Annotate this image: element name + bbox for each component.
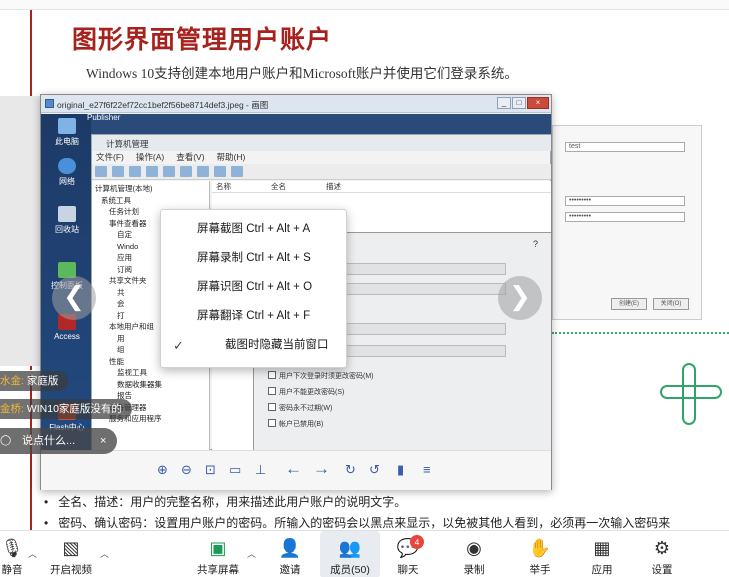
chat-icon: 💬 [396,538,420,558]
menu-item-screenshot[interactable]: 屏幕截图 Ctrl + Alt + A [161,215,348,244]
open-folder-icon[interactable]: ▭ [229,462,241,478]
chat-message: 水金: 家庭版 [0,371,69,391]
slide-title: 图形界面管理用户账户 [72,26,333,54]
menu-icon[interactable]: ≡ [423,462,431,477]
next-arrow-button[interactable]: ❯ [498,276,542,320]
menu-file: 文件(F) [96,152,124,162]
menu-item-hide-window-label: 截图时隐藏当前窗口 [225,339,329,351]
start-video-button[interactable]: ▧ 开启视频 [41,531,101,577]
chat-text: WIN10家庭版没有的 [26,403,122,415]
video-off-icon: ▧ [62,538,80,558]
desktop-icon-network: 网络 [47,158,87,187]
raise-hand-button[interactable]: ✋ 举手 [510,531,570,577]
invite-button[interactable]: 👤 邀请 [260,531,320,577]
prev-arrow-button[interactable]: ❮ [52,276,96,320]
next-image-icon[interactable]: → [313,459,330,479]
apps-icon: ▦ [593,538,611,558]
chat-input-placeholder: 说点什么... [22,435,76,447]
checkbox-password-never-expires: 密码永不过期(W) [268,403,332,413]
chevron-up-icon[interactable]: ︿ [28,547,37,560]
viewer-title: original_e27f6f22ef72cc1bef2f56be8714def… [57,100,269,110]
screen: 图形界面管理用户账户 Windows 10支持创建本地用户账户和Microsof… [0,0,729,577]
apps-button[interactable]: ▦ 应用 [572,531,632,577]
dialog-screenshot-fragment: test ••••••••• ••••••••• 创建(E) 关闭(O) [552,125,702,320]
left-background-edge [0,96,40,366]
checkbox-cannot-change-password: 用户不能更改密码(S) [268,387,344,397]
bullet-item: 全名、描述：用户的完整名称，用来描述此用户账户的说明文字。 [44,492,670,513]
background-app-strip [0,0,729,10]
checkbox-must-change-password: 用户下次登录时须更改密码(M) [268,371,374,381]
dotted-divider [552,332,729,334]
column-description: 描述 [326,182,341,191]
chat-message: 金桥: WIN10家庭版没有的 [0,399,132,419]
menu-item-hide-window[interactable]: ✓ 截图时隐藏当前窗口 [161,331,348,360]
zoom-in-icon[interactable]: ⊕ [157,462,168,478]
hand-icon: ✋ [528,538,552,558]
viewer-titlebar[interactable]: original_e27f6f22ef72cc1bef2f56be8714def… [41,95,551,113]
menu-help: 帮助(H) [216,152,246,162]
checkbox-account-disabled: 帐户已禁用(B) [268,419,323,429]
add-user-icon: 👤 [278,538,302,558]
maximize-button[interactable]: □ [512,97,526,109]
settings-button[interactable]: ⚙ 设置 [632,531,692,577]
green-plus-decoration [660,363,722,425]
close-button[interactable]: × [527,97,549,109]
screenshot-context-menu: 屏幕截图 Ctrl + Alt + A 屏幕录制 Ctrl + Alt + S … [160,209,347,368]
viewer-toolbar: ⊕ ⊖ ⊡ ▭ ⊥ ← → ↻ ↺ ▮ ≡ [41,450,551,490]
chevron-up-icon[interactable]: ︿ [100,547,109,560]
fragment-create-button: 创建(E) [611,298,647,310]
close-icon[interactable]: × [100,428,106,454]
chat-unread-badge: 4 [410,535,424,549]
share-screen-button[interactable]: ▣ 共享屏幕 [188,531,248,577]
fragment-password-field: ••••••••• [565,196,685,206]
menu-item-screen-translate[interactable]: 屏幕翻译 Ctrl + Alt + F [161,302,348,331]
desktop-icon-recycle-bin: 回收站 [47,206,87,235]
record-icon: ◉ [466,538,482,558]
chat-input[interactable]: ◯ 说点什么... × [0,428,117,454]
members-icon: 👥 [338,538,362,558]
menu-item-screen-record[interactable]: 屏幕录制 Ctrl + Alt + S [161,244,348,273]
mgmt-toolbar [92,164,551,180]
column-name: 名称 [216,182,231,191]
gear-icon: ⚙ [653,538,671,558]
chat-button[interactable]: 💬 聊天 [378,531,438,577]
chat-sender: 水金: [0,375,24,387]
desktop-icon-this-pc: 此电脑 [47,118,87,147]
chat-sender: 金桥: [0,403,24,415]
share-screen-icon: ▣ [209,538,227,558]
delete-icon[interactable]: ▮ [397,462,404,478]
desktop-icon-publisher: Publisher [87,114,121,122]
column-fullname: 全名 [271,182,286,191]
rotate-left-icon[interactable]: ↺ [369,462,380,478]
fit-window-icon[interactable]: ⊡ [205,462,216,478]
check-icon: ✓ [173,338,184,353]
pin-icon[interactable]: ⊥ [255,462,266,478]
chat-bubble-icon: ◯ [0,435,12,446]
mgmt-title: 计算机管理 [92,135,551,151]
chat-text: 家庭版 [26,375,59,387]
slide-subtitle: Windows 10支持创建本地用户账户和Microsoft账户并使用它们登录系… [86,66,518,81]
mgmt-menubar: 文件(F) 操作(A) 查看(V) 帮助(H) [92,151,551,164]
minimize-button[interactable]: _ [497,97,511,109]
menu-view: 查看(V) [176,152,205,162]
rotate-right-icon[interactable]: ↻ [345,462,356,478]
chevron-up-icon[interactable]: ︿ [247,547,256,560]
fragment-confirm-field: ••••••••• [565,212,685,222]
fragment-username-field: test [565,142,685,152]
prev-image-icon[interactable]: ← [285,459,302,479]
menu-action: 操作(A) [135,152,165,162]
bullet-list: 全名、描述：用户的完整名称，用来描述此用户账户的说明文字。 密码、确认密码：设置… [44,492,670,534]
help-icon: ? [532,239,538,249]
menu-item-screen-ocr[interactable]: 屏幕识图 Ctrl + Alt + O [161,273,348,302]
meeting-toolbar: 🎙 静音 ︿ ▧ 开启视频 ︿ ▣ 共享屏幕 ︿ 👤 邀请 👥 成员(50) 💬… [0,530,729,577]
fragment-close-button: 关闭(O) [653,298,689,310]
paint-icon [45,99,54,108]
members-button[interactable]: 👥 成员(50) [320,531,380,577]
zoom-out-icon[interactable]: ⊖ [181,462,192,478]
record-button[interactable]: ◉ 录制 [444,531,504,577]
